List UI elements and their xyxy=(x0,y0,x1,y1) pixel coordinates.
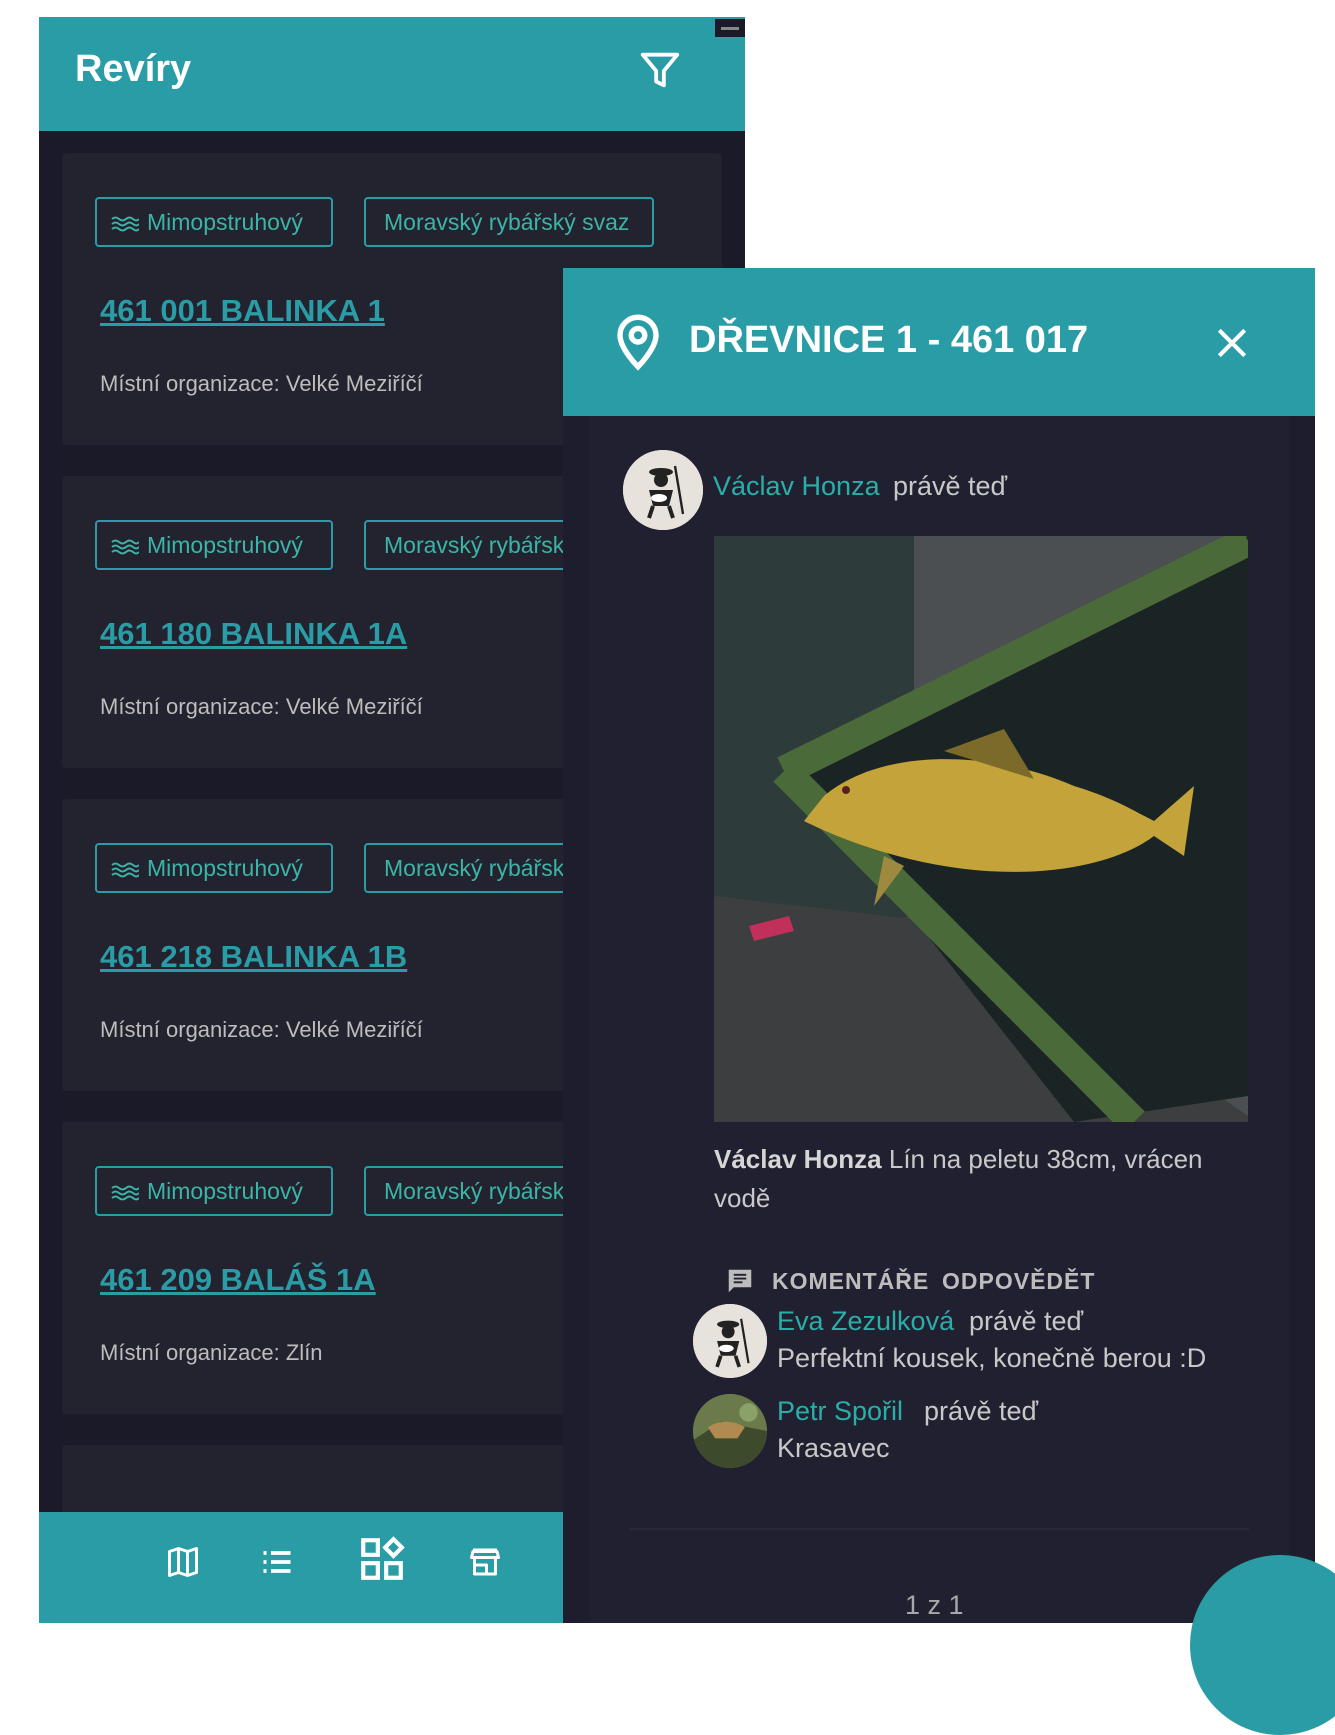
caption-author: Václav Honza xyxy=(714,1144,882,1174)
list-icon[interactable] xyxy=(259,1544,295,1580)
map-icon[interactable] xyxy=(165,1544,201,1580)
revir-title-link[interactable]: 461 218 BALINKA 1B xyxy=(100,939,407,975)
type-chip[interactable]: Mimopstruhový xyxy=(95,843,333,893)
type-chip-label: Mimopstruhový xyxy=(147,1178,303,1204)
store-icon[interactable] xyxy=(467,1544,503,1580)
type-chip-label: Mimopstruhový xyxy=(147,209,303,235)
fish-photo[interactable] xyxy=(714,536,1248,1122)
comment-icon[interactable] xyxy=(724,1266,756,1296)
waves-icon xyxy=(111,216,139,232)
window-control[interactable] xyxy=(715,19,745,37)
local-organization: Místní organizace: Velké Meziříčí xyxy=(100,694,423,719)
comment-author[interactable]: Petr Spořil xyxy=(777,1396,903,1427)
avatar[interactable] xyxy=(693,1304,767,1378)
avatar[interactable] xyxy=(623,450,703,530)
comment-time: právě teď xyxy=(924,1396,1039,1426)
comment-author[interactable]: Eva Zezulková xyxy=(777,1306,954,1337)
waves-icon xyxy=(111,1185,139,1201)
post-caption: Václav Honza Lín na peletu 38cm, vrácen … xyxy=(714,1140,1244,1218)
comment-time: právě teď xyxy=(969,1306,1084,1336)
type-chip[interactable]: Mimopstruhový xyxy=(95,1166,333,1216)
detail-header: DŘEVNICE 1 - 461 017 xyxy=(563,268,1315,416)
app-bar: Revíry xyxy=(39,17,745,131)
avatar[interactable] xyxy=(693,1394,767,1468)
location-pin-icon xyxy=(617,314,659,371)
waves-icon xyxy=(111,539,139,555)
type-chip[interactable]: Mimopstruhový xyxy=(95,197,333,247)
type-chip-label: Mimopstruhový xyxy=(147,532,303,558)
divider xyxy=(629,1528,1249,1530)
comment-text: Perfektní kousek, konečně berou :D xyxy=(777,1343,1207,1373)
angler-avatar-icon xyxy=(623,450,703,530)
local-organization: Místní organizace: Velké Meziříčí xyxy=(100,1017,423,1042)
local-organization: Místní organizace: Velké Meziříčí xyxy=(100,371,423,396)
revir-title-link[interactable]: 461 180 BALINKA 1A xyxy=(100,616,407,652)
revir-detail-screen: DŘEVNICE 1 - 461 017 Václav Honza právě … xyxy=(563,268,1315,1623)
comment-text: Krasavec xyxy=(777,1433,890,1463)
page-title: Revíry xyxy=(75,48,192,90)
comments-button[interactable]: KOMENTÁŘE xyxy=(772,1268,929,1295)
angler-avatar-icon xyxy=(693,1304,767,1378)
revir-title-link[interactable]: 461 001 BALINKA 1 xyxy=(100,293,385,329)
type-chip-label: Mimopstruhový xyxy=(147,855,303,881)
reply-button[interactable]: ODPOVĚDĚT xyxy=(942,1268,1095,1295)
org-chip[interactable]: Moravský rybářský svaz xyxy=(364,197,654,247)
waves-icon xyxy=(111,862,139,878)
revir-title-link[interactable]: 461 209 BALÁŠ 1A xyxy=(100,1262,376,1298)
user-photo-avatar xyxy=(693,1394,767,1468)
post-time: právě teď xyxy=(893,471,1008,501)
detail-title: DŘEVNICE 1 - 461 017 xyxy=(689,319,1089,361)
post-author[interactable]: Václav Honza xyxy=(713,471,880,502)
type-chip[interactable]: Mimopstruhový xyxy=(95,520,333,570)
close-icon[interactable] xyxy=(1213,324,1251,362)
filter-icon[interactable] xyxy=(637,47,683,93)
catch-post: Václav Honza právě teď Václav Honza Lín … xyxy=(589,416,1289,1623)
local-organization: Místní organizace: Zlín xyxy=(100,1340,323,1365)
widgets-icon[interactable] xyxy=(357,1534,407,1584)
pagination: 1 z 1 xyxy=(905,1590,964,1620)
